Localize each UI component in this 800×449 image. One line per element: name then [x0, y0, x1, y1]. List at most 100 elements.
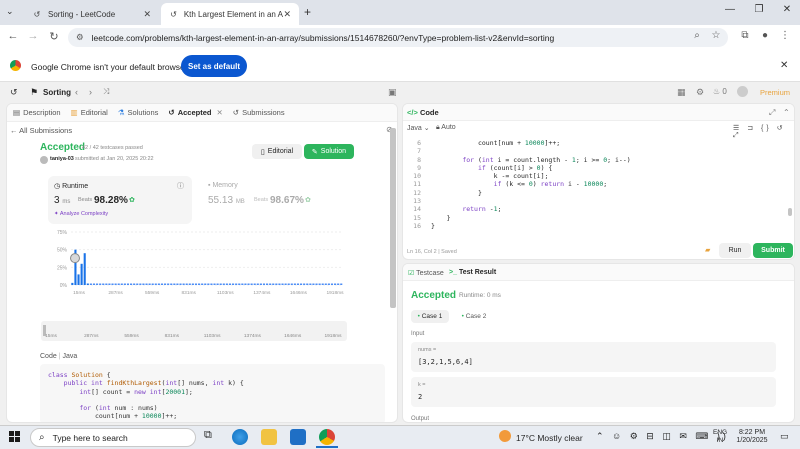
case-1-tab[interactable]: • Case 1: [411, 310, 449, 323]
language-select[interactable]: Java ⌄: [407, 124, 430, 132]
runtime-bar[interactable]: [80, 263, 83, 285]
left-scrollbar[interactable]: [390, 128, 396, 308]
tab-description[interactable]: ▤ Description: [13, 108, 61, 117]
runtime-bar[interactable]: [179, 283, 182, 286]
task-view-icon[interactable]: ⧉: [204, 429, 212, 442]
tab-testcase[interactable]: ☑ Testcase: [408, 269, 444, 277]
bookmark-star-icon[interactable]: ☆: [709, 30, 723, 41]
runtime-bar[interactable]: [194, 283, 198, 286]
new-tab-icon[interactable]: +: [304, 5, 311, 19]
runtime-bar[interactable]: [306, 283, 309, 286]
address-bar[interactable]: ⚙ leetcode.com/problems/kth-largest-elem…: [68, 28, 728, 47]
runtime-bar[interactable]: [259, 283, 262, 286]
tab-kth-largest[interactable]: ↺ Kth Largest Element in an Array ✕: [161, 3, 299, 25]
runtime-bar[interactable]: [238, 283, 241, 286]
close-window-icon[interactable]: ✕: [777, 4, 797, 15]
file-explorer-icon[interactable]: [261, 429, 277, 445]
memory-card[interactable]: ▪ Memory 55.13 MB Beats 98.67% ✿: [202, 176, 352, 224]
set-default-button[interactable]: Set as default: [181, 55, 247, 77]
runtime-bar[interactable]: [256, 283, 259, 286]
auto-mode-toggle[interactable]: 🔒︎ Auto: [436, 124, 456, 132]
runtime-bar[interactable]: [151, 283, 154, 286]
runtime-bar[interactable]: [188, 283, 191, 286]
run-button[interactable]: Run: [719, 243, 751, 258]
runtime-bar[interactable]: [120, 283, 123, 286]
runtime-bar[interactable]: [284, 283, 287, 286]
runtime-bar[interactable]: [157, 283, 160, 286]
menu-icon[interactable]: ⋮: [778, 30, 792, 41]
runtime-bar[interactable]: [108, 283, 111, 286]
nums-input-box[interactable]: nums = [3,2,1,5,6,4]: [411, 342, 776, 372]
runtime-bar[interactable]: [96, 283, 99, 286]
runtime-bar[interactable]: [92, 283, 96, 286]
runtime-bar[interactable]: [77, 274, 80, 285]
edge-browser-icon[interactable]: [232, 429, 248, 445]
runtime-bar[interactable]: [222, 283, 225, 286]
weather-text[interactable]: 17°C Mostly clear: [516, 433, 583, 443]
runtime-bar[interactable]: [250, 283, 253, 286]
runtime-bar[interactable]: [296, 283, 300, 286]
note-icon[interactable]: ▰: [705, 246, 710, 254]
shuffle-icon[interactable]: ⤨: [103, 87, 109, 97]
runtime-bar[interactable]: [170, 283, 173, 286]
mail-icon[interactable]: [290, 429, 306, 445]
runtime-bar[interactable]: [219, 283, 222, 286]
forward-icon[interactable]: →: [26, 30, 40, 42]
runtime-bar[interactable]: [315, 283, 318, 286]
close-tab-icon[interactable]: ✕: [143, 9, 151, 20]
runtime-bar[interactable]: [130, 283, 133, 286]
runtime-bar[interactable]: [167, 283, 170, 286]
runtime-bar[interactable]: [340, 283, 343, 286]
username[interactable]: taniya-03: [50, 156, 74, 162]
tab-editorial[interactable]: ▥ Editorial: [71, 108, 108, 117]
leetcode-logo-icon[interactable]: ↺: [10, 87, 18, 98]
runtime-bar[interactable]: [266, 283, 269, 286]
notifications-icon[interactable]: ▭: [780, 431, 789, 442]
runtime-bar[interactable]: [99, 283, 102, 286]
runtime-bar[interactable]: [86, 283, 89, 286]
tab-sorting[interactable]: ↺ Sorting - LeetCode ✕: [24, 3, 159, 25]
runtime-bar[interactable]: [164, 283, 167, 286]
runtime-bar[interactable]: [83, 253, 86, 285]
problem-list-icon[interactable]: ⚑: [30, 87, 38, 98]
runtime-bar[interactable]: [241, 283, 244, 286]
profile-icon[interactable]: ●: [758, 30, 772, 41]
minimize-icon[interactable]: —: [720, 4, 740, 15]
runtime-bar[interactable]: [269, 283, 272, 286]
prev-problem-icon[interactable]: ‹: [75, 87, 78, 97]
close-infobar-icon[interactable]: ✕: [780, 60, 788, 71]
runtime-bar[interactable]: [207, 283, 210, 286]
site-info-icon[interactable]: ⚙: [76, 32, 84, 43]
runtime-bar[interactable]: [139, 283, 142, 286]
runtime-bar[interactable]: [136, 283, 139, 286]
reload-icon[interactable]: ↻: [47, 30, 61, 43]
runtime-bar[interactable]: [337, 283, 340, 286]
runtime-bar[interactable]: [278, 283, 281, 286]
code-tab[interactable]: </> Code: [407, 108, 439, 117]
debug-icon[interactable]: ▣: [388, 87, 397, 98]
tab-search-icon[interactable]: ⌄: [6, 6, 20, 18]
runtime-bar[interactable]: [287, 283, 290, 286]
editor-toolbar-icons[interactable]: ☰ ⊐ {} ↺ ⤢: [733, 124, 794, 140]
input-language[interactable]: ENG IN: [713, 429, 727, 445]
close-tab-icon[interactable]: ✕: [283, 9, 291, 20]
runtime-bar[interactable]: [102, 283, 105, 286]
collapse-icon[interactable]: ⌃: [783, 108, 790, 117]
runtime-bar[interactable]: [182, 283, 185, 286]
clock[interactable]: 8:22 PM 1/20/2025: [733, 429, 771, 445]
right-scrollbar[interactable]: [788, 208, 792, 216]
runtime-bar[interactable]: [228, 283, 232, 286]
runtime-card[interactable]: ◷ Runtime ⓘ 3 ms Beats 98.28% ✿ ✦ Analyz…: [48, 176, 192, 224]
next-problem-icon[interactable]: ›: [89, 87, 92, 97]
all-submissions-link[interactable]: ← All Submissions: [10, 126, 72, 135]
maximize-icon[interactable]: ❐: [749, 4, 769, 15]
editorial-button[interactable]: ▯ Editorial: [252, 144, 302, 159]
runtime-bar[interactable]: [198, 283, 201, 286]
runtime-bar[interactable]: [111, 283, 114, 286]
runtime-bar[interactable]: [290, 283, 293, 286]
runtime-bar[interactable]: [309, 283, 312, 286]
runtime-bar[interactable]: [213, 283, 216, 286]
runtime-bar[interactable]: [324, 283, 327, 286]
runtime-bar[interactable]: [117, 283, 120, 286]
runtime-bar[interactable]: [275, 283, 278, 286]
